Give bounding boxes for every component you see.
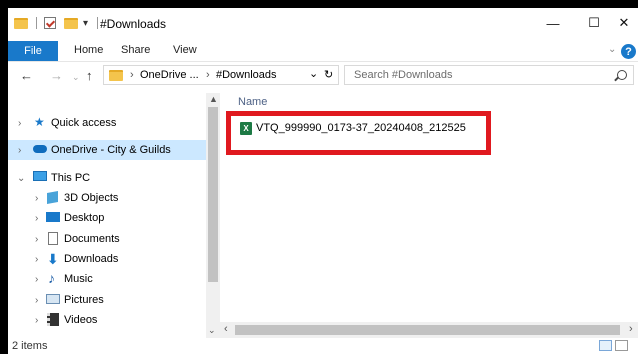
- chevron-right-icon[interactable]: ›: [35, 274, 38, 285]
- forward-button[interactable]: →: [50, 68, 63, 83]
- sidebar-item-documents[interactable]: › Documents: [8, 229, 206, 249]
- column-header-name[interactable]: Name: [238, 96, 267, 108]
- minimize-button[interactable]: —: [533, 12, 573, 34]
- refresh-icon[interactable]: ↻: [324, 68, 333, 81]
- video-icon: [47, 313, 59, 326]
- large-icons-view-button[interactable]: [615, 340, 628, 351]
- chevron-right-icon[interactable]: ›: [35, 254, 38, 265]
- folder-icon: [14, 15, 28, 31]
- breadcrumb-separator: ›: [206, 69, 210, 81]
- cube-icon: [47, 191, 58, 204]
- chevron-right-icon[interactable]: ›: [35, 234, 38, 245]
- sidebar-item-label: 3D Objects: [64, 192, 119, 204]
- star-icon: ★: [34, 115, 45, 129]
- file-tab[interactable]: File: [8, 41, 58, 61]
- search-placeholder: Search #Downloads: [354, 69, 453, 81]
- sidebar-item-3d-objects[interactable]: › 3D Objects: [8, 188, 206, 208]
- folder-icon: [109, 70, 123, 81]
- chevron-right-icon[interactable]: ›: [35, 193, 38, 204]
- address-bar[interactable]: › OneDrive ... › #Downloads ⌄ ↻: [103, 65, 339, 85]
- item-count: 2 items: [12, 340, 48, 352]
- sidebar-item-videos[interactable]: › Videos: [8, 310, 206, 330]
- music-icon: ♪: [48, 270, 55, 286]
- navigation-pane: › ★ Quick access › OneDrive - City & Gui…: [8, 93, 206, 338]
- nav-scrollbar[interactable]: ▲ ⌄: [206, 93, 220, 338]
- recent-locations-icon[interactable]: ⌄: [72, 72, 80, 83]
- scrollbar-thumb[interactable]: [208, 107, 218, 282]
- tab-home[interactable]: Home: [74, 44, 103, 56]
- sidebar-item-music[interactable]: › ♪ Music: [8, 269, 206, 289]
- tab-share[interactable]: Share: [121, 44, 150, 56]
- sidebar-item-label: Music: [64, 273, 93, 285]
- help-icon[interactable]: ?: [621, 44, 636, 59]
- breadcrumb-separator: ›: [130, 69, 134, 81]
- explorer-window: ▾ #Downloads — ☐ ✕ File Home Share View …: [8, 8, 638, 354]
- sidebar-item-label: Desktop: [64, 212, 105, 224]
- chevron-right-icon[interactable]: ›: [35, 295, 38, 306]
- cloud-icon: [33, 145, 47, 153]
- window-title: #Downloads: [100, 17, 167, 31]
- sidebar-item-pictures[interactable]: › Pictures: [8, 290, 206, 310]
- desktop-icon: [46, 212, 60, 222]
- sidebar-item-quick-access[interactable]: › ★ Quick access: [8, 113, 206, 133]
- monitor-icon: [33, 171, 47, 181]
- horizontal-scrollbar[interactable]: ‹ ›: [220, 322, 638, 338]
- document-icon: [48, 232, 58, 245]
- status-bar: 2 items: [8, 338, 638, 354]
- scroll-up-icon[interactable]: ▲: [209, 94, 218, 104]
- download-icon: ⬇: [47, 251, 59, 267]
- sidebar-item-label: Documents: [64, 233, 120, 245]
- search-input[interactable]: Search #Downloads: [344, 65, 634, 85]
- new-folder-icon[interactable]: [64, 15, 78, 31]
- sidebar-item-label: OneDrive - City & Guilds: [51, 144, 171, 156]
- scroll-right-icon[interactable]: ›: [629, 323, 633, 335]
- chevron-down-icon[interactable]: ⌄: [17, 173, 25, 184]
- address-dropdown-icon[interactable]: ⌄: [309, 67, 318, 80]
- sidebar-item-desktop[interactable]: › Desktop: [8, 208, 206, 228]
- scroll-left-icon[interactable]: ‹: [224, 323, 228, 335]
- search-icon: [617, 70, 627, 80]
- chevron-right-icon[interactable]: ›: [18, 145, 21, 156]
- highlight-box: [226, 111, 491, 155]
- sidebar-item-this-pc[interactable]: ⌄ This PC: [8, 168, 206, 188]
- tab-view[interactable]: View: [173, 44, 197, 56]
- back-button[interactable]: ←: [20, 68, 33, 83]
- chevron-right-icon[interactable]: ›: [35, 315, 38, 326]
- sidebar-item-label: Downloads: [64, 253, 119, 265]
- sidebar-item-onedrive[interactable]: › OneDrive - City & Guilds: [8, 140, 206, 160]
- sidebar-item-label: Quick access: [51, 117, 117, 129]
- chevron-down-icon[interactable]: ⌄: [608, 44, 616, 55]
- chevron-right-icon[interactable]: ›: [35, 213, 38, 224]
- sidebar-item-label: Videos: [64, 314, 98, 326]
- sidebar-item-label: This PC: [51, 172, 91, 184]
- sidebar-item-label: Pictures: [64, 294, 104, 306]
- scroll-down-icon[interactable]: ⌄: [208, 325, 216, 336]
- up-button[interactable]: ↑: [86, 68, 93, 83]
- sidebar-item-downloads[interactable]: › ⬇ Downloads: [8, 249, 206, 269]
- ribbon: File Home Share View ⌄ ?: [8, 41, 638, 62]
- chevron-right-icon[interactable]: ›: [18, 118, 21, 129]
- title-bar: ▾ #Downloads — ☐ ✕: [8, 8, 638, 38]
- scrollbar-thumb[interactable]: [235, 325, 620, 335]
- close-button[interactable]: ✕: [604, 12, 638, 34]
- details-view-button[interactable]: [599, 340, 612, 351]
- picture-icon: [46, 294, 60, 304]
- properties-check-icon[interactable]: [44, 15, 56, 31]
- breadcrumb-onedrive[interactable]: OneDrive ...: [140, 69, 199, 81]
- customize-toolbar-icon[interactable]: ▾: [83, 15, 88, 31]
- breadcrumb-downloads[interactable]: #Downloads: [216, 69, 277, 81]
